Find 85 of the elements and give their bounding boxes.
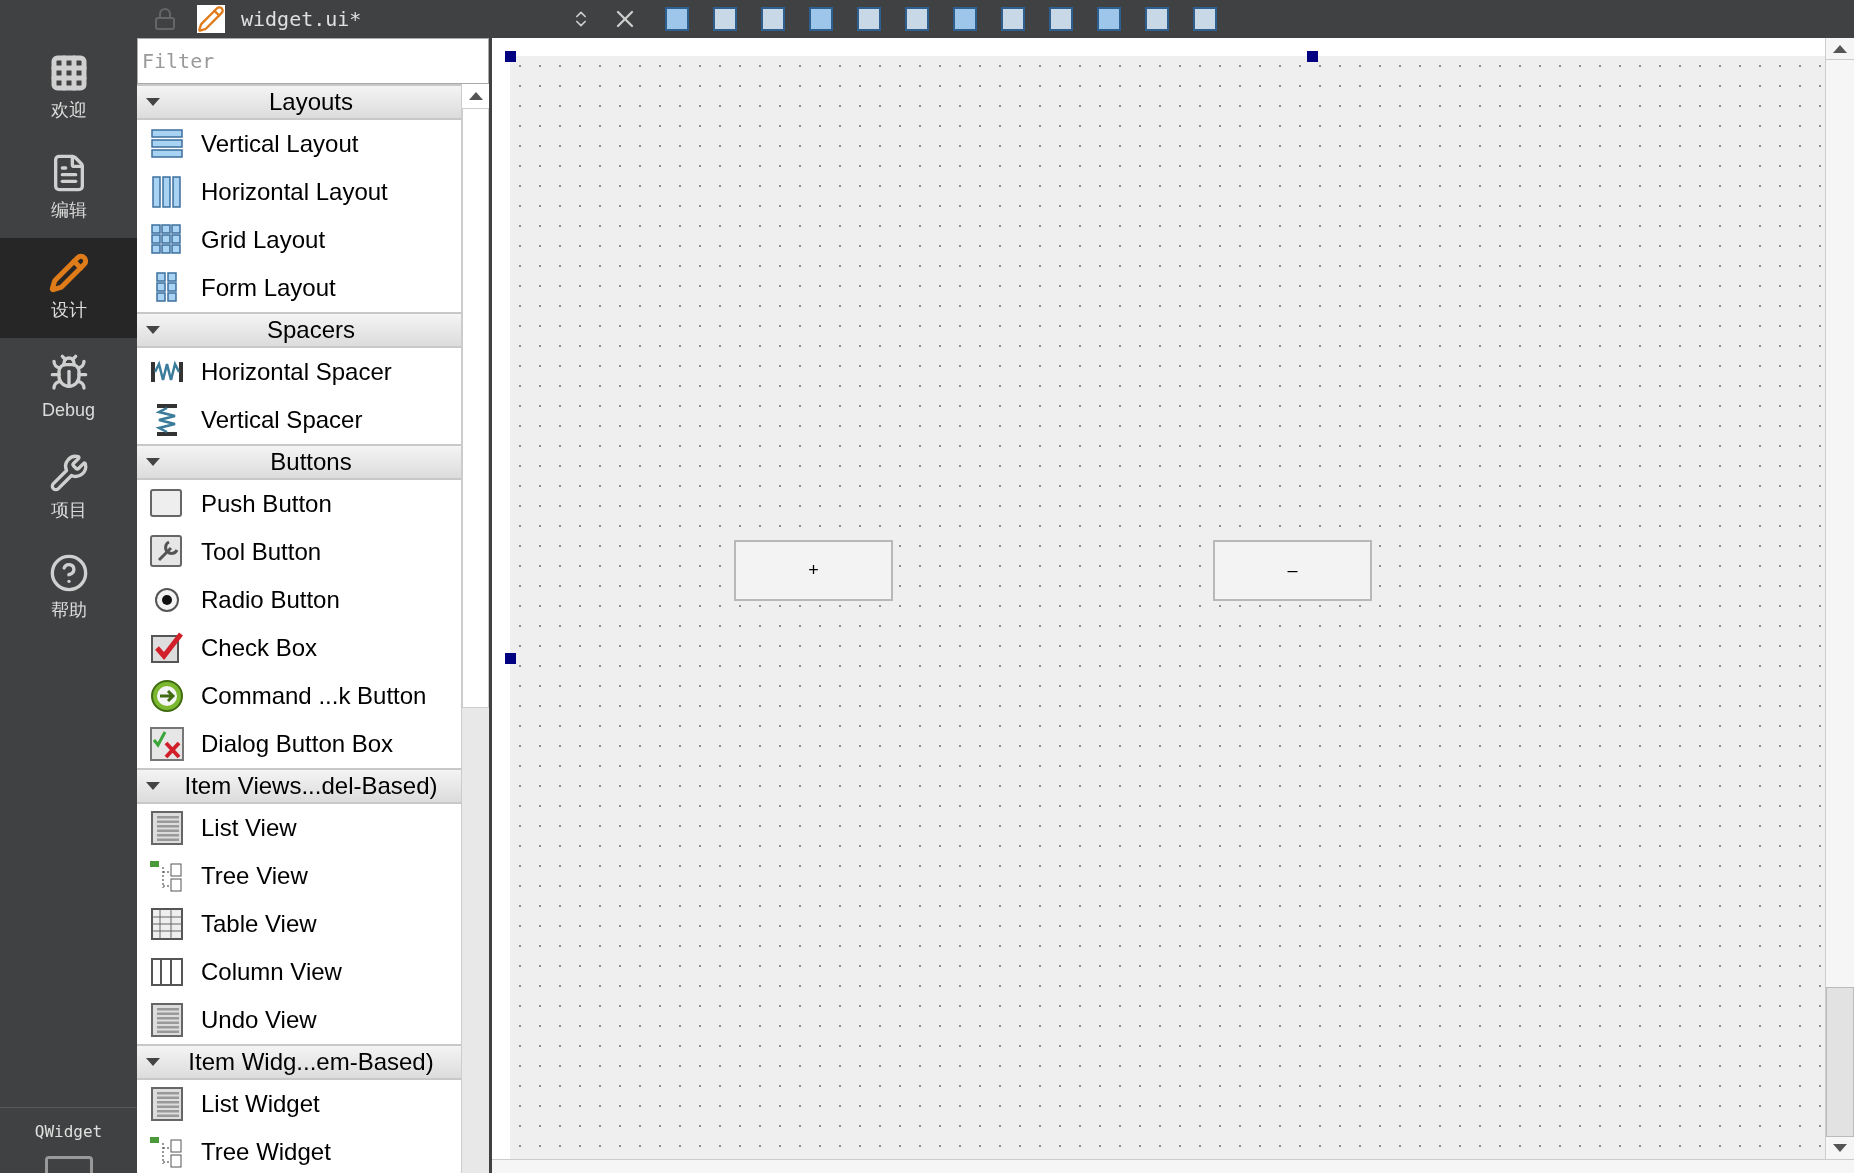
widget-label: Radio Button: [201, 585, 340, 615]
push-button[interactable]: +: [734, 540, 893, 601]
widget-item[interactable]: Column View: [137, 948, 461, 996]
category-header[interactable]: Buttons: [137, 444, 461, 480]
widget-item[interactable]: List View: [137, 804, 461, 852]
widget-item[interactable]: Table View: [137, 900, 461, 948]
document-edit-icon: [197, 5, 225, 33]
list-view-icon: [149, 1086, 185, 1122]
widget-label: Push Button: [201, 489, 332, 519]
tool-button-icon: [149, 534, 185, 570]
arrow-circle-icon: [149, 678, 185, 714]
widget-label: Tree Widget: [201, 1137, 331, 1167]
mode-label: Debug: [41, 398, 95, 422]
widget-label: Command ...k Button: [201, 681, 427, 711]
scrollbar-thumb[interactable]: [1826, 987, 1854, 1137]
category-title: Buttons: [269, 447, 353, 477]
mode-label: 欢迎: [50, 98, 87, 122]
category-title: Item Widg...em-Based): [187, 1047, 435, 1077]
pencil-icon: [48, 252, 89, 293]
category-header[interactable]: Item Views...del-Based): [137, 768, 461, 804]
canvas-scrollbar[interactable]: [1825, 38, 1854, 1159]
category-header[interactable]: Layouts: [137, 84, 461, 120]
widget-label: List View: [201, 813, 297, 843]
widget-label: Vertical Layout: [201, 129, 359, 159]
target-label: QWidget: [34, 1121, 103, 1143]
scrollbar-thumb[interactable]: [462, 108, 489, 708]
category-title: Layouts: [267, 87, 355, 117]
file-name[interactable]: widget.ui*: [241, 4, 571, 34]
widget-item[interactable]: Vertical Spacer: [137, 396, 461, 444]
widget-label: Tree View: [201, 861, 308, 891]
category-header[interactable]: Spacers: [137, 312, 461, 348]
widget-item[interactable]: Undo View: [137, 996, 461, 1044]
push-button[interactable]: –: [1213, 540, 1372, 601]
scroll-up-arrow-icon[interactable]: [1833, 44, 1847, 53]
widget-label: Horizontal Spacer: [201, 357, 392, 387]
scroll-up-arrow-icon[interactable]: [468, 92, 483, 100]
widget-label: Dialog Button Box: [201, 729, 394, 759]
tree-view-icon: [149, 858, 185, 894]
widget-item[interactable]: List Widget: [137, 1080, 461, 1128]
widget-label: Vertical Spacer: [201, 405, 363, 435]
widget-label: Grid Layout: [201, 225, 326, 255]
list-view-icon: [149, 810, 185, 846]
widget-label: Check Box: [201, 633, 318, 663]
widget-label: Horizontal Layout: [201, 177, 388, 207]
selection-handle[interactable]: [505, 51, 516, 62]
list-view-icon: [149, 1002, 185, 1038]
widget-label: Undo View: [201, 1005, 317, 1035]
check-box-icon: [149, 630, 185, 666]
table-view-icon: [149, 906, 185, 942]
mode-label: 帮助: [50, 598, 87, 622]
widget-label: List Widget: [201, 1089, 320, 1119]
selection-handle[interactable]: [505, 653, 516, 664]
dialog-button-box-icon: [149, 726, 185, 762]
wrench-icon: [48, 452, 89, 493]
category-title: Item Views...del-Based): [183, 771, 439, 801]
widget-item[interactable]: Command ...k Button: [137, 672, 461, 720]
widget-item[interactable]: Form Layout: [137, 264, 461, 312]
category-title: Spacers: [265, 315, 356, 345]
widget-item[interactable]: Dialog Button Box: [137, 720, 461, 768]
horizontal-scrollbar[interactable]: [492, 1159, 1854, 1173]
vertical-scrollbar[interactable]: [461, 84, 489, 1173]
widget-item[interactable]: Check Box: [137, 624, 461, 672]
widget-item[interactable]: Push Button: [137, 480, 461, 528]
widget-item[interactable]: Grid Layout: [137, 216, 461, 264]
widget-label: Table View: [201, 909, 317, 939]
widget-label: Column View: [201, 957, 342, 987]
widget-item[interactable]: Horizontal Spacer: [137, 348, 461, 396]
mode-label: 编辑: [50, 198, 87, 222]
help-icon: [48, 552, 89, 593]
selection-handle[interactable]: [1307, 51, 1318, 62]
widget-item[interactable]: Radio Button: [137, 576, 461, 624]
widget-label: Tool Button: [201, 537, 322, 567]
widget-label: Form Layout: [201, 273, 336, 303]
mode-label: 设计: [50, 298, 87, 322]
mode-label: 项目: [50, 498, 87, 522]
widget-item[interactable]: Vertical Layout: [137, 120, 461, 168]
widget-item[interactable]: Horizontal Layout: [137, 168, 461, 216]
tree-view-icon: [149, 1134, 185, 1170]
widget-item[interactable]: Tool Button: [137, 528, 461, 576]
widget-item[interactable]: Tree View: [137, 852, 461, 900]
scroll-down-arrow-icon[interactable]: [1833, 1144, 1847, 1152]
filter-field[interactable]: Filter: [137, 38, 489, 84]
widget-item[interactable]: Tree Widget: [137, 1128, 461, 1173]
category-header[interactable]: Item Widg...em-Based): [137, 1044, 461, 1080]
monitor-icon[interactable]: [44, 1156, 93, 1173]
